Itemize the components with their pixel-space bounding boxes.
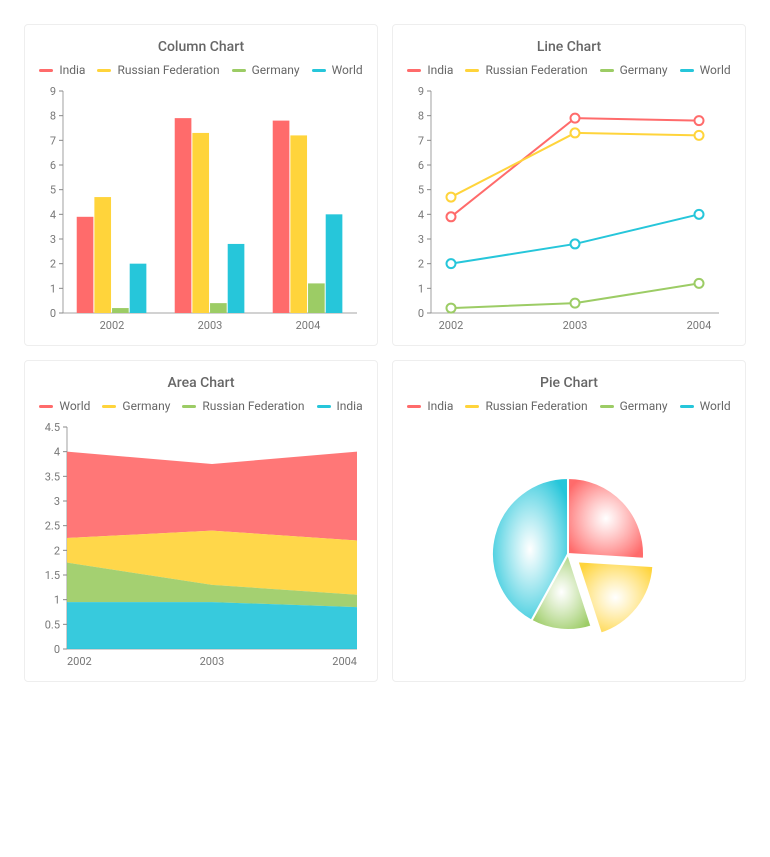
legend-label: World [700, 63, 731, 77]
legend-label: Russian Federation [202, 399, 304, 413]
legend-item-russia[interactable]: Russian Federation [97, 63, 219, 77]
svg-text:2: 2 [418, 258, 424, 271]
legend-item-world[interactable]: World [680, 399, 731, 413]
svg-text:2002: 2002 [67, 655, 92, 668]
area-chart-card: Area Chart World Germany Russian Federat… [24, 360, 378, 682]
column-chart-card: Column Chart India Russian Federation Ge… [24, 24, 378, 346]
svg-text:2004: 2004 [687, 319, 712, 332]
legend-item-india[interactable]: India [407, 399, 453, 413]
svg-text:2002: 2002 [100, 319, 125, 332]
svg-text:3: 3 [50, 233, 56, 246]
legend-label: India [427, 399, 453, 413]
svg-text:3: 3 [418, 233, 424, 246]
legend-item-world[interactable]: World [39, 399, 90, 413]
pie-chart-title: Pie Chart [403, 375, 735, 391]
svg-text:1: 1 [50, 282, 56, 295]
svg-text:2002: 2002 [439, 319, 464, 332]
legend-label: Germany [620, 399, 668, 413]
svg-text:2: 2 [50, 258, 56, 271]
svg-text:0: 0 [418, 307, 424, 320]
legend-item-germany[interactable]: Germany [232, 63, 300, 77]
svg-text:6: 6 [418, 159, 424, 172]
svg-text:0: 0 [54, 643, 60, 656]
svg-text:5: 5 [50, 184, 56, 197]
svg-text:8: 8 [50, 110, 56, 123]
area-chart-plot: 0 0.5 1 1.5 2 2.5 3 3.5 4 4.5 2002 2003 2004 [35, 421, 365, 671]
legend-label: India [427, 63, 453, 77]
svg-text:3.5: 3.5 [45, 470, 60, 483]
svg-text:2.5: 2.5 [45, 520, 60, 533]
svg-text:5: 5 [418, 184, 424, 197]
svg-text:2003: 2003 [200, 655, 225, 668]
legend-label: Russian Federation [485, 399, 587, 413]
legend-item-india[interactable]: India [317, 399, 363, 413]
legend-item-russia[interactable]: Russian Federation [465, 63, 587, 77]
svg-text:2004: 2004 [332, 655, 357, 668]
svg-text:2003: 2003 [198, 319, 223, 332]
line-chart-title: Line Chart [403, 39, 735, 55]
svg-text:2004: 2004 [296, 319, 321, 332]
legend-item-russia[interactable]: Russian Federation [182, 399, 304, 413]
svg-text:8: 8 [418, 110, 424, 123]
area-chart-legend: World Germany Russian Federation India [35, 399, 367, 413]
svg-text:0.5: 0.5 [45, 618, 60, 631]
legend-item-germany[interactable]: Germany [102, 399, 170, 413]
legend-label: Germany [252, 63, 300, 77]
svg-text:2003: 2003 [563, 319, 588, 332]
column-chart-plot: 0 1 2 3 4 5 6 7 8 9 2002 2003 2004 [35, 85, 365, 335]
svg-text:7: 7 [418, 134, 424, 147]
column-chart-legend: India Russian Federation Germany World [35, 63, 367, 77]
svg-text:2: 2 [54, 544, 60, 557]
svg-text:6: 6 [50, 159, 56, 172]
legend-item-germany[interactable]: Germany [600, 63, 668, 77]
line-chart-card: Line Chart India Russian Federation Germ… [392, 24, 746, 346]
legend-label: Russian Federation [117, 63, 219, 77]
legend-item-russia[interactable]: Russian Federation [465, 399, 587, 413]
legend-item-germany[interactable]: Germany [600, 399, 668, 413]
legend-label: Germany [122, 399, 170, 413]
svg-text:4: 4 [50, 208, 56, 221]
svg-text:7: 7 [50, 134, 56, 147]
svg-text:4: 4 [54, 446, 60, 459]
legend-item-world[interactable]: World [312, 63, 363, 77]
legend-item-india[interactable]: India [39, 63, 85, 77]
pie-chart-plot [403, 421, 733, 671]
legend-item-india[interactable]: India [407, 63, 453, 77]
legend-label: World [332, 63, 363, 77]
line-chart-legend: India Russian Federation Germany World [403, 63, 735, 77]
svg-text:1.5: 1.5 [45, 569, 60, 582]
svg-text:9: 9 [50, 85, 56, 98]
chart-grid: Column Chart India Russian Federation Ge… [24, 24, 746, 682]
column-chart-title: Column Chart [35, 39, 367, 55]
svg-text:1: 1 [418, 282, 424, 295]
legend-label: India [337, 399, 363, 413]
pie-chart-card: Pie Chart India Russian Federation Germa… [392, 360, 746, 682]
legend-item-world[interactable]: World [680, 63, 731, 77]
legend-label: Russian Federation [485, 63, 587, 77]
line-chart-plot: 0 1 2 3 4 5 6 7 8 9 2002 2003 2004 [403, 85, 733, 335]
svg-text:9: 9 [418, 85, 424, 98]
legend-label: World [700, 399, 731, 413]
svg-text:0: 0 [50, 307, 56, 320]
svg-text:3: 3 [54, 495, 60, 508]
area-chart-title: Area Chart [35, 375, 367, 391]
svg-text:4: 4 [418, 208, 424, 221]
svg-text:1: 1 [54, 594, 60, 607]
svg-text:4.5: 4.5 [45, 421, 60, 434]
pie-chart-legend: India Russian Federation Germany World [403, 399, 735, 413]
legend-label: India [59, 63, 85, 77]
legend-label: Germany [620, 63, 668, 77]
legend-label: World [59, 399, 90, 413]
